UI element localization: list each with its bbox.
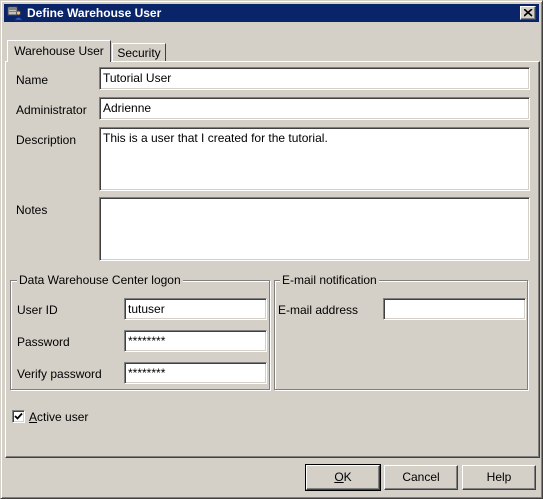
tab-security[interactable]: Security [112, 43, 166, 61]
email-address-field[interactable] [383, 298, 526, 320]
tab-warehouse-user[interactable]: Warehouse User [7, 40, 111, 62]
checkmark-icon [14, 412, 23, 420]
name-field[interactable]: Tutorial User [99, 67, 530, 90]
email-group-title: E-mail notification [280, 273, 379, 287]
active-user-label[interactable]: Active user [29, 410, 88, 424]
title-bar[interactable]: Define Warehouse User [4, 4, 539, 22]
ok-button[interactable]: OK [305, 464, 381, 491]
logon-group-title: Data Warehouse Center logon [17, 273, 183, 287]
email-address-label: E-mail address [278, 303, 359, 317]
user-id-label: User ID [17, 303, 58, 317]
name-label: Name [16, 73, 49, 87]
ok-label-rest: K [343, 470, 352, 484]
password-label: Password [17, 335, 70, 349]
verify-password-label: Verify password [17, 367, 102, 381]
define-warehouse-user-dialog: Define Warehouse User Warehouse User Sec… [0, 0, 543, 499]
tab-security-label: Security [117, 46, 161, 60]
description-label: Description [16, 133, 77, 147]
active-user-accelerator: A [29, 410, 38, 424]
active-user-checkbox[interactable] [12, 410, 25, 423]
administrator-field[interactable]: Adrienne [99, 97, 530, 120]
user-id-field[interactable]: tutuser [124, 298, 267, 320]
description-textarea[interactable]: This is a user that I created for the tu… [99, 127, 530, 191]
notes-textarea[interactable] [99, 197, 530, 261]
password-field[interactable]: ******** [124, 330, 267, 352]
verify-password-field[interactable]: ******** [124, 362, 267, 384]
help-button[interactable]: Help [462, 465, 536, 490]
close-button[interactable] [520, 6, 536, 20]
close-icon [524, 9, 533, 17]
ok-accelerator: O [334, 470, 344, 484]
tab-warehouse-user-label: Warehouse User [14, 44, 104, 58]
administrator-label: Administrator [16, 103, 87, 117]
cancel-button[interactable]: Cancel [384, 465, 458, 490]
window-title: Define Warehouse User [27, 6, 162, 20]
warehouse-user-icon [7, 5, 23, 21]
active-user-label-rest: ctive user [37, 410, 89, 424]
email-group [274, 280, 528, 390]
notes-label: Notes [16, 203, 48, 217]
